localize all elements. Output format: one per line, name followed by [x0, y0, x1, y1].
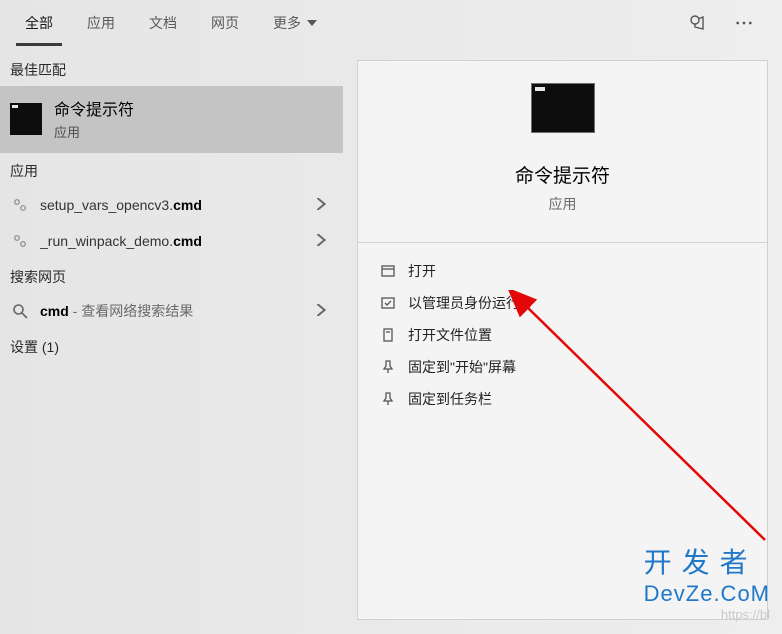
action-pin-start-label: 固定到"开始"屏幕: [408, 357, 516, 377]
tab-all-label: 全部: [25, 13, 53, 33]
tab-more[interactable]: 更多: [256, 0, 334, 46]
feedback-icon[interactable]: [688, 13, 708, 33]
tab-web[interactable]: 网页: [194, 0, 256, 46]
cmd-icon: [10, 103, 42, 135]
action-open-location-label: 打开文件位置: [408, 325, 492, 345]
search-tabs: 全部 应用 文档 网页 更多: [0, 0, 782, 46]
tab-docs-label: 文档: [149, 13, 177, 33]
app-result-label: setup_vars_opencv3.cmd: [40, 197, 315, 213]
preview-cmd-icon: [531, 83, 595, 133]
preview-panel: 命令提示符 应用 打开 以管理员身份运行 打开文件位置: [357, 60, 768, 620]
divider: [358, 242, 767, 243]
pin-start-icon: [376, 359, 400, 375]
shield-icon: [376, 295, 400, 311]
action-pin-start[interactable]: 固定到"开始"屏幕: [376, 351, 749, 383]
section-best-match-label: 最佳匹配: [0, 52, 343, 86]
tab-web-label: 网页: [211, 13, 239, 33]
section-settings-label: 设置 (1): [0, 329, 343, 363]
action-open-location[interactable]: 打开文件位置: [376, 319, 749, 351]
tab-docs[interactable]: 文档: [132, 0, 194, 46]
content: 最佳匹配 命令提示符 应用 应用 setup_vars_opencv3.cmd: [0, 46, 782, 634]
folder-icon: [376, 327, 400, 343]
action-pin-taskbar[interactable]: 固定到任务栏: [376, 383, 749, 415]
best-match-title: 命令提示符: [54, 96, 134, 120]
best-match-text: 命令提示符 应用: [54, 96, 134, 141]
preview-container: 命令提示符 应用 打开 以管理员身份运行 打开文件位置: [343, 46, 782, 634]
chevron-right-icon: [315, 233, 333, 249]
action-run-admin[interactable]: 以管理员身份运行: [376, 287, 749, 319]
script-icon: [10, 233, 30, 249]
app-result-label: _run_winpack_demo.cmd: [40, 233, 315, 249]
results-panel: 最佳匹配 命令提示符 应用 应用 setup_vars_opencv3.cmd: [0, 46, 343, 634]
open-icon: [376, 263, 400, 279]
section-apps-label: 应用: [0, 153, 343, 187]
preview-title: 命令提示符: [376, 161, 749, 188]
tab-apps-label: 应用: [87, 13, 115, 33]
web-result[interactable]: cmd - 查看网络搜索结果: [0, 293, 343, 329]
search-icon: [10, 303, 30, 319]
pin-taskbar-icon: [376, 391, 400, 407]
chevron-right-icon: [315, 303, 333, 319]
action-pin-taskbar-label: 固定到任务栏: [408, 389, 492, 409]
tab-more-label: 更多: [273, 13, 301, 33]
chevron-right-icon: [315, 197, 333, 213]
tab-apps[interactable]: 应用: [70, 0, 132, 46]
script-icon: [10, 197, 30, 213]
section-search-web-label: 搜索网页: [0, 259, 343, 293]
action-run-admin-label: 以管理员身份运行: [408, 293, 520, 313]
action-open[interactable]: 打开: [376, 255, 749, 287]
chevron-down-icon: [307, 15, 317, 31]
more-options-icon[interactable]: [728, 7, 760, 39]
app-result-0[interactable]: setup_vars_opencv3.cmd: [0, 187, 343, 223]
preview-subtitle: 应用: [376, 194, 749, 214]
web-result-label: cmd - 查看网络搜索结果: [40, 301, 315, 321]
best-match-subtitle: 应用: [54, 122, 134, 141]
best-match-item[interactable]: 命令提示符 应用: [0, 86, 343, 153]
tab-all[interactable]: 全部: [8, 0, 70, 46]
action-open-label: 打开: [408, 261, 436, 281]
app-result-1[interactable]: _run_winpack_demo.cmd: [0, 223, 343, 259]
